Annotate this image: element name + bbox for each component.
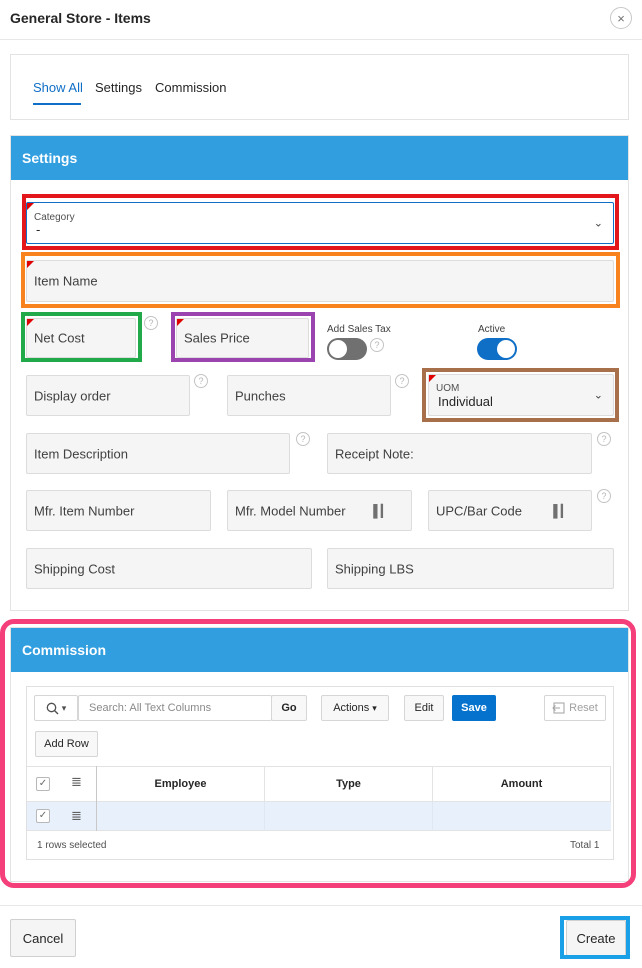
shipping-lbs-field[interactable]: Shipping LBS — [327, 548, 614, 589]
barcode-icon[interactable]: ▌▎ — [553, 504, 570, 518]
mfr-model-number-placeholder: Mfr. Model Number — [235, 503, 346, 518]
mfr-item-number-placeholder: Mfr. Item Number — [34, 503, 135, 518]
receipt-note-placeholder: Receipt Note: — [335, 446, 414, 461]
upc-bar-code-help-icon[interactable]: ? — [597, 489, 611, 503]
grid-search-placeholder: Search: All Text Columns — [89, 702, 212, 714]
search-icon — [46, 702, 59, 714]
cell-employee[interactable] — [97, 802, 265, 831]
chevron-down-icon: ⌄ — [593, 217, 603, 230]
actions-menu-button[interactable]: Actions ▾ — [321, 695, 389, 721]
create-button[interactable]: Create — [566, 920, 626, 956]
settings-header: Settings — [11, 136, 628, 180]
category-select[interactable]: Category - ⌄ — [26, 202, 614, 244]
close-button[interactable]: × — [610, 7, 632, 29]
actions-label: Actions — [333, 702, 370, 714]
grid-search-input[interactable]: Search: All Text Columns — [78, 695, 272, 721]
save-button[interactable]: Save — [452, 695, 496, 721]
chevron-down-icon: ⌄ — [593, 389, 603, 402]
total-count-text: Total 1 — [570, 840, 600, 851]
shipping-lbs-placeholder: Shipping LBS — [335, 561, 414, 576]
active-label: Active — [478, 324, 506, 335]
upc-bar-code-placeholder: UPC/Bar Code — [436, 503, 522, 518]
net-cost-help-icon[interactable]: ? — [144, 316, 158, 330]
chevron-down-icon: ▾ — [61, 702, 67, 713]
reset-button[interactable]: Reset — [544, 695, 606, 721]
mfr-item-number-field[interactable]: Mfr. Item Number — [26, 490, 211, 531]
receipt-note-field[interactable]: Receipt Note: — [327, 433, 592, 474]
cell-type[interactable] — [265, 802, 433, 831]
shipping-cost-placeholder: Shipping Cost — [34, 561, 115, 576]
uom-label: UOM — [436, 383, 460, 394]
punches-help-icon[interactable]: ? — [395, 374, 409, 388]
tab-commission[interactable]: Commission — [155, 80, 227, 95]
upc-bar-code-field[interactable]: UPC/Bar Code ▌▎ — [428, 490, 592, 531]
column-header-employee[interactable]: Employee — [97, 766, 265, 802]
sales-price-field[interactable]: Sales Price — [176, 318, 309, 358]
barcode-icon[interactable]: ▌▎ — [373, 504, 390, 518]
toggle-knob — [497, 340, 515, 358]
add-sales-tax-label: Add Sales Tax — [327, 324, 391, 335]
tab-settings[interactable]: Settings — [95, 80, 142, 95]
column-header-amount[interactable]: Amount — [433, 766, 611, 802]
row-menu-header-icon: ≣ — [71, 774, 82, 789]
required-indicator — [27, 319, 34, 326]
uom-value: Individual — [438, 394, 493, 409]
row-actions-icon[interactable]: ≣ — [71, 808, 82, 824]
uom-select[interactable]: UOM Individual ⌄ — [428, 374, 614, 416]
chevron-down-icon: ▾ — [372, 702, 377, 713]
commission-header: Commission — [11, 628, 628, 672]
shipping-cost-field[interactable]: Shipping Cost — [26, 548, 312, 589]
required-indicator — [27, 261, 34, 268]
footer-divider — [0, 905, 642, 906]
display-order-field[interactable]: Display order — [26, 375, 190, 416]
item-name-placeholder: Item Name — [34, 273, 98, 289]
required-indicator — [429, 375, 436, 382]
net-cost-field[interactable]: Net Cost — [26, 318, 136, 358]
punches-field[interactable]: Punches — [227, 375, 391, 416]
reset-icon — [552, 702, 565, 714]
required-indicator — [177, 319, 184, 326]
row-select-checkbox[interactable]: ✓ — [36, 809, 50, 823]
item-description-field[interactable]: Item Description — [26, 433, 290, 474]
search-column-selector[interactable]: ▾ — [34, 695, 78, 721]
select-all-checkbox[interactable]: ✓ — [36, 777, 50, 791]
toggle-knob — [329, 340, 347, 358]
display-order-help-icon[interactable]: ? — [194, 374, 208, 388]
add-row-button[interactable]: Add Row — [35, 731, 98, 757]
cell-amount[interactable] — [433, 802, 611, 831]
receipt-note-help-icon[interactable]: ? — [597, 432, 611, 446]
display-order-placeholder: Display order — [34, 388, 111, 403]
reset-label: Reset — [569, 702, 598, 714]
sales-price-placeholder: Sales Price — [184, 330, 250, 346]
item-description-placeholder: Item Description — [34, 446, 128, 461]
add-sales-tax-help-icon[interactable]: ? — [370, 338, 384, 352]
add-sales-tax-toggle[interactable] — [327, 338, 367, 360]
item-name-field[interactable]: Item Name — [26, 260, 614, 302]
cancel-button[interactable]: Cancel — [10, 919, 76, 957]
column-header-type[interactable]: Type — [265, 766, 433, 802]
category-value: - — [36, 222, 41, 237]
item-description-help-icon[interactable]: ? — [296, 432, 310, 446]
active-toggle[interactable] — [477, 338, 517, 360]
punches-placeholder: Punches — [235, 388, 286, 403]
edit-button[interactable]: Edit — [404, 695, 444, 721]
tab-show-all[interactable]: Show All — [33, 80, 83, 95]
required-indicator — [27, 203, 34, 210]
go-button[interactable]: Go — [271, 695, 307, 721]
title-divider — [0, 39, 642, 40]
mfr-model-number-field[interactable]: Mfr. Model Number ▌▎ — [227, 490, 412, 531]
dialog-title: General Store - Items — [10, 10, 151, 26]
rows-selected-text: 1 rows selected — [37, 840, 107, 851]
net-cost-placeholder: Net Cost — [34, 330, 85, 346]
active-tab-indicator — [33, 103, 81, 105]
close-icon: × — [617, 10, 625, 26]
